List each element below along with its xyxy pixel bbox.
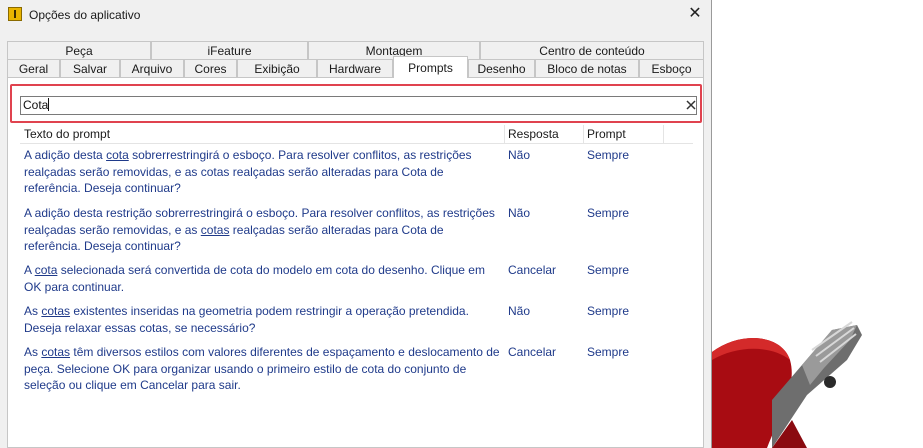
search-input-value: Cota: [23, 98, 49, 112]
response-value[interactable]: Não: [508, 147, 530, 164]
response-value[interactable]: Não: [508, 303, 530, 320]
title-bar: Opções do aplicativo ✕: [0, 0, 711, 30]
tab-row-lower: Geral Salvar Arquivo Cores Exibição Hard…: [7, 56, 704, 78]
column-header-prompt[interactable]: Prompt: [587, 127, 626, 141]
prompts-table: Texto do prompt Resposta Prompt A adição…: [20, 125, 693, 392]
tab-geral[interactable]: Geral: [7, 59, 60, 78]
search-match: cota: [34, 263, 58, 277]
tab-ifeature[interactable]: iFeature: [151, 41, 308, 60]
column-header-response[interactable]: Resposta: [508, 127, 559, 141]
prompt-text: A adição desta restrição sobrerrestringi…: [24, 206, 495, 253]
prompt-text: As cotas têm diversos estilos com valore…: [24, 345, 500, 392]
tab-exibicao[interactable]: Exibição: [237, 59, 317, 78]
prompt-mode-value[interactable]: Sempre: [587, 205, 629, 222]
response-value[interactable]: Cancelar: [508, 344, 556, 361]
part-model-graphic: [712, 321, 862, 448]
search-input[interactable]: Cota: [20, 96, 697, 115]
dialog-title: Opções do aplicativo: [29, 8, 141, 22]
prompt-text: A adição desta cota sobrerrestringirá o …: [24, 148, 472, 195]
search-match: cotas: [41, 304, 71, 318]
prompt-mode-value[interactable]: Sempre: [587, 303, 629, 320]
response-value[interactable]: Não: [508, 205, 530, 222]
application-options-dialog: Opções do aplicativo ✕ Peça iFeature Mon…: [0, 0, 712, 448]
prompts-panel: Cota Texto do prompt Resposta Prompt A a…: [7, 77, 704, 448]
tab-desenho[interactable]: Desenho: [468, 59, 535, 78]
search-highlight-frame: Cota: [10, 84, 702, 123]
search-match: cotas: [200, 222, 230, 237]
column-header-text[interactable]: Texto do prompt: [24, 127, 110, 141]
tab-bloco-de-notas[interactable]: Bloco de notas: [535, 59, 639, 78]
tab-arquivo[interactable]: Arquivo: [120, 59, 184, 78]
prompt-text: As cotas existentes inseridas na geometr…: [24, 304, 469, 335]
search-match: cotas: [41, 345, 71, 359]
tab-hardware[interactable]: Hardware: [317, 59, 393, 78]
close-icon[interactable]: [684, 98, 698, 112]
table-header: Texto do prompt Resposta Prompt: [20, 125, 693, 144]
search-match: cota: [106, 148, 129, 162]
close-button[interactable]: ✕: [682, 2, 708, 26]
tab-salvar[interactable]: Salvar: [60, 59, 120, 78]
tab-esboco[interactable]: Esboço: [639, 59, 704, 78]
tab-prompts[interactable]: Prompts: [393, 56, 468, 78]
tab-cores[interactable]: Cores: [184, 59, 237, 78]
app-icon: [8, 7, 22, 21]
viewport-background: [712, 0, 923, 448]
tab-row-upper: Peça iFeature Montagem Centro de conteúd…: [7, 41, 704, 60]
prompt-mode-value[interactable]: Sempre: [587, 262, 629, 279]
tab-centro-de-conteudo[interactable]: Centro de conteúdo: [480, 41, 704, 60]
prompt-mode-value[interactable]: Sempre: [587, 147, 629, 164]
prompt-text: A cota selecionada será convertida de co…: [24, 263, 485, 294]
prompt-mode-value[interactable]: Sempre: [587, 344, 629, 361]
tab-peca[interactable]: Peça: [7, 41, 151, 60]
response-value[interactable]: Cancelar: [508, 262, 556, 279]
